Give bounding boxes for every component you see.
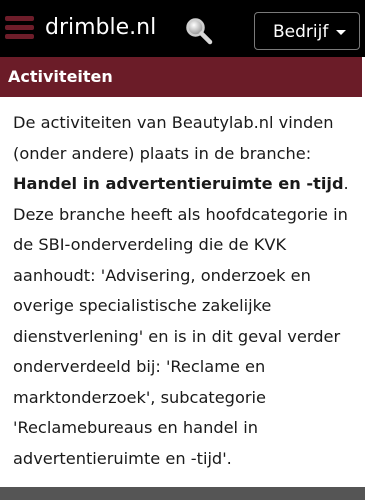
company-dropdown[interactable]: Bedrijf [254, 12, 360, 50]
site-logo[interactable]: drimble.nl [45, 14, 156, 42]
content-punctuation: . [343, 174, 349, 193]
content-line: De activiteiten van Beautylab.nl vinden [13, 113, 334, 132]
search-icon[interactable] [185, 17, 213, 45]
content-line: (onder andere) plaats in de branche: [13, 143, 312, 163]
section-header: Activiteiten [0, 57, 362, 97]
content-line: dienstverlening' en is in dit geval verd… [13, 326, 341, 346]
section-title: Activiteiten [8, 67, 113, 86]
content-line: Handel in advertentieruimte en -tijd. [13, 169, 358, 200]
content-line: 'Reclamebureaus en handel in [13, 418, 258, 437]
caret-down-icon [336, 30, 346, 35]
bottom-bar [0, 487, 365, 500]
content-line: de SBI-onderverdeling die de KVK [13, 235, 287, 254]
content-line: Deze branche heeft als hoofdcategorie in [13, 204, 348, 224]
dropdown-label: Bedrijf [273, 22, 329, 42]
content-line: onderverdeeld bij: 'Reclame en [13, 357, 266, 376]
top-navbar: drimble.nl Bedrijf [0, 0, 365, 57]
content-line: aanhoudt: 'Advisering, onderzoek en [13, 265, 311, 285]
activities-text: De activiteiten van Beautylab.nl vinden … [13, 108, 358, 474]
menu-icon[interactable] [5, 16, 34, 40]
branch-name: Handel in advertentieruimte en -tijd [13, 174, 344, 193]
content-line: marktonderzoek', subcategorie [13, 387, 266, 407]
content-line: advertentieruimte en -tijd'. [13, 448, 232, 468]
content-line: overige specialistische zakelijke [13, 296, 272, 315]
